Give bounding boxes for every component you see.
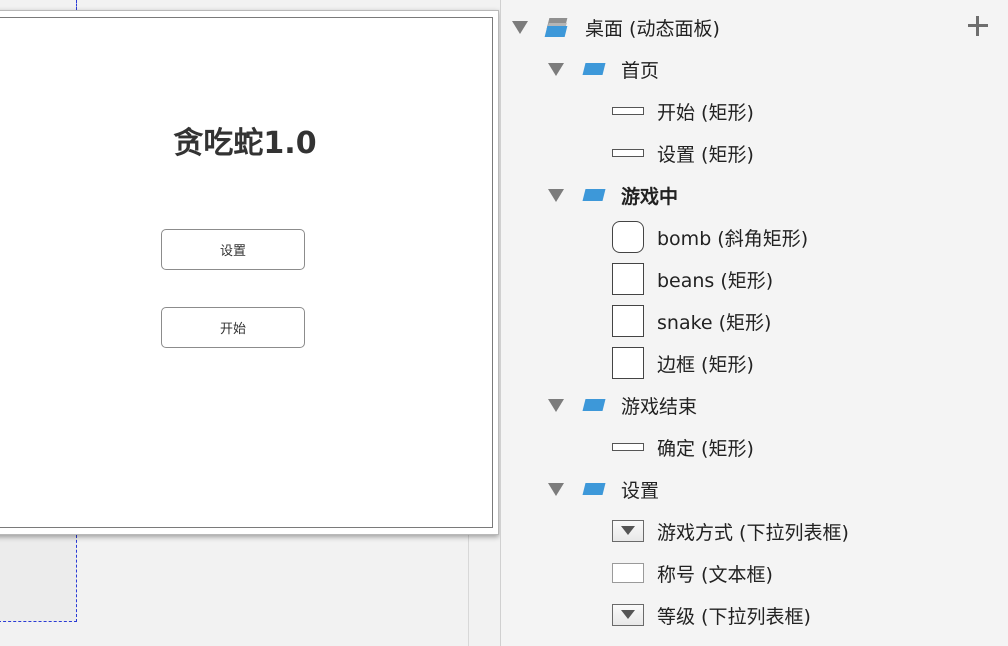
flat-rectangle-icon: [612, 107, 644, 115]
outline-item-label: 设置: [621, 480, 660, 502]
rectangle-icon: [612, 305, 644, 337]
textbox-icon: [612, 563, 644, 583]
outline-item-label: 等级 (下拉列表框): [657, 606, 811, 628]
outline-widget-row[interactable]: snake (矩形): [501, 300, 1008, 342]
outline-state-row[interactable]: 设置: [501, 468, 1008, 510]
outline-root-row[interactable]: 桌面 (动态面板): [501, 6, 1008, 48]
rounded-rectangle-icon: [612, 221, 644, 253]
panel-state-icon: [582, 63, 606, 75]
outline-panel: 桌面 (动态面板) 首页 开始 (矩形) 设置 (矩形) 游戏中 bomb (斜…: [500, 0, 1008, 646]
flat-rectangle-icon: [612, 443, 644, 451]
outline-item-label: snake (矩形): [657, 312, 772, 334]
dropdown-icon: [612, 520, 644, 542]
outline-item-label: 游戏结束: [621, 396, 698, 418]
selection-outline: [0, 530, 77, 622]
outline-item-label: 首页: [621, 60, 660, 82]
outline-root-label: 桌面 (动态面板): [585, 18, 720, 40]
game-title: 贪吃蛇1.0: [173, 126, 317, 161]
dropdown-icon: [612, 604, 644, 626]
collapse-triangle-icon[interactable]: [512, 21, 528, 34]
outline-item-label: 称号 (文本框): [657, 564, 773, 586]
design-canvas[interactable]: 贪吃蛇1.0 设置 开始: [0, 0, 500, 646]
outline-widget-row[interactable]: 游戏方式 (下拉列表框): [501, 510, 1008, 552]
outline-state-row[interactable]: 游戏结束: [501, 384, 1008, 426]
rectangle-icon: [612, 347, 644, 379]
collapse-triangle-icon[interactable]: [548, 63, 564, 76]
start-button[interactable]: 开始: [161, 307, 305, 348]
collapse-triangle-icon[interactable]: [548, 189, 564, 202]
guide-line: [76, 0, 77, 10]
outline-item-label: 边框 (矩形): [657, 354, 754, 376]
outline-item-label: 游戏中: [621, 186, 679, 208]
outline-state-row[interactable]: 首页: [501, 48, 1008, 90]
outline-widget-row[interactable]: 等级 (下拉列表框): [501, 594, 1008, 636]
preview-frame: 贪吃蛇1.0 设置 开始: [0, 17, 493, 528]
outline-widget-row[interactable]: 设置 (矩形): [501, 132, 1008, 174]
panel-state-icon: [582, 189, 606, 201]
dynamic-panel-preview[interactable]: 贪吃蛇1.0 设置 开始: [0, 10, 499, 535]
outline-widget-row[interactable]: beans (矩形): [501, 258, 1008, 300]
outline-widget-row[interactable]: 边框 (矩形): [501, 342, 1008, 384]
outline-widget-row[interactable]: 开始 (矩形): [501, 90, 1008, 132]
panel-state-icon: [582, 399, 606, 411]
dynamic-panel-icon: [544, 18, 568, 38]
outline-widget-row[interactable]: 确定 (矩形): [501, 426, 1008, 468]
outline-item-label: 设置 (矩形): [657, 144, 754, 166]
collapse-triangle-icon[interactable]: [548, 483, 564, 496]
outline-item-label: 游戏方式 (下拉列表框): [657, 522, 849, 544]
outline-widget-row[interactable]: 称号 (文本框): [501, 552, 1008, 594]
outline-state-row[interactable]: 游戏中: [501, 174, 1008, 216]
panel-state-icon: [582, 483, 606, 495]
settings-button[interactable]: 设置: [161, 229, 305, 270]
rectangle-icon: [612, 263, 644, 295]
collapse-triangle-icon[interactable]: [548, 399, 564, 412]
flat-rectangle-icon: [612, 149, 644, 157]
outline-widget-row[interactable]: bomb (斜角矩形): [501, 216, 1008, 258]
outline-item-label: beans (矩形): [657, 270, 774, 292]
plus-icon[interactable]: [966, 14, 990, 38]
outline-item-label: 确定 (矩形): [657, 438, 754, 460]
outline-item-label: 开始 (矩形): [657, 102, 754, 124]
canvas-divider: [468, 530, 469, 646]
outline-item-label: bomb (斜角矩形): [657, 228, 809, 250]
